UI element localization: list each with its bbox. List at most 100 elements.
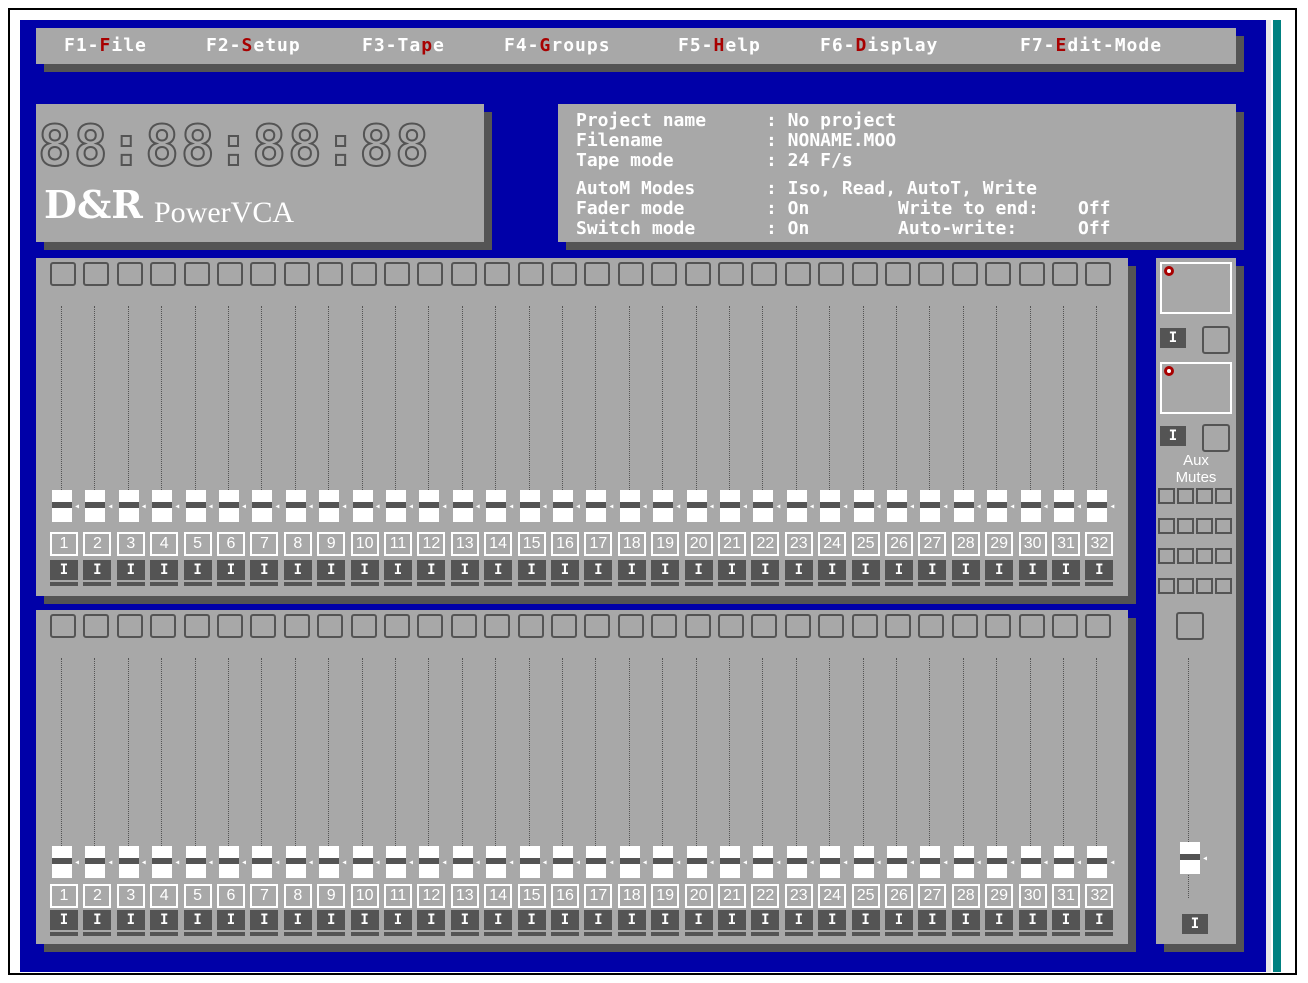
fader-knob[interactable]: ◂ <box>553 490 581 524</box>
channel-select-button[interactable] <box>1085 262 1112 286</box>
fader-knob[interactable]: ◂ <box>987 846 1015 880</box>
channel-i-button[interactable]: I <box>417 910 446 930</box>
channel-i-button[interactable]: I <box>1085 910 1114 930</box>
fader-knob[interactable]: ◂ <box>720 846 748 880</box>
channel-i-button[interactable]: I <box>1018 910 1047 930</box>
channel-number-button[interactable]: 10 <box>350 532 379 556</box>
channel-select-button[interactable] <box>918 262 945 286</box>
channel-select-button[interactable] <box>83 262 110 286</box>
fader-knob[interactable]: ◂ <box>452 846 481 880</box>
channel-number-button[interactable]: 3 <box>116 884 145 908</box>
fader-knob[interactable]: ◂ <box>419 846 447 880</box>
channel-select-button[interactable] <box>818 262 845 286</box>
channel-i-button[interactable]: I <box>116 560 145 580</box>
aux-mute-button[interactable] <box>1177 488 1194 504</box>
channel-i-button[interactable]: I <box>384 910 412 930</box>
channel-select-button[interactable] <box>150 614 177 638</box>
channel-select-button[interactable] <box>283 614 310 638</box>
channel-select-button[interactable] <box>217 262 243 286</box>
channel-select-button[interactable] <box>350 614 377 638</box>
channel-select-button[interactable] <box>751 614 778 638</box>
channel-i-button[interactable]: I <box>517 910 546 930</box>
auto-write-value[interactable]: Off <box>1078 218 1111 239</box>
channel-i-button[interactable]: I <box>918 910 947 930</box>
channel-number-button[interactable]: 2 <box>83 532 112 556</box>
channel-number-button[interactable]: 16 <box>551 884 579 908</box>
channel-number-button[interactable]: 6 <box>217 884 245 908</box>
channel-select-button[interactable] <box>484 614 511 638</box>
channel-number-button[interactable]: 30 <box>1018 884 1047 908</box>
channel-i-button[interactable]: I <box>885 560 913 580</box>
channel-i-button[interactable]: I <box>517 560 546 580</box>
fader-knob[interactable]: ◂ <box>953 846 982 880</box>
channel-select-button[interactable] <box>384 614 410 638</box>
channel-i-button[interactable]: I <box>617 910 646 930</box>
aux-mute-button[interactable] <box>1158 548 1175 564</box>
channel-number-button[interactable]: 26 <box>885 884 913 908</box>
channel-number-button[interactable]: 30 <box>1018 532 1047 556</box>
channel-select-button[interactable] <box>784 262 811 286</box>
fader-knob[interactable]: ◂ <box>619 490 648 524</box>
channel-number-button[interactable]: 28 <box>951 884 980 908</box>
fader-knob[interactable]: ◂ <box>85 846 113 880</box>
fader-knob[interactable]: ◂ <box>185 490 214 524</box>
channel-number-button[interactable]: 18 <box>617 884 646 908</box>
channel-select-button[interactable] <box>885 614 911 638</box>
channel-i-button[interactable]: I <box>985 560 1014 580</box>
channel-i-button[interactable]: I <box>751 560 780 580</box>
aux-mute-button[interactable] <box>1196 548 1213 564</box>
channel-select-button[interactable] <box>384 262 410 286</box>
channel-i-button[interactable]: I <box>417 560 446 580</box>
channel-i-button[interactable]: I <box>350 560 379 580</box>
channel-select-button[interactable] <box>684 614 711 638</box>
channel-select-button[interactable] <box>50 262 76 286</box>
channel-i-button[interactable]: I <box>150 910 179 930</box>
aux-mute-button[interactable] <box>1177 518 1194 534</box>
channel-select-button[interactable] <box>918 614 945 638</box>
fader-knob[interactable]: ◂ <box>653 490 681 524</box>
fader-knob[interactable]: ◂ <box>285 846 314 880</box>
fader-knob[interactable]: ◂ <box>285 490 314 524</box>
fader-knob[interactable]: ◂ <box>586 490 614 524</box>
menu-help[interactable]: F5-Help <box>678 35 761 56</box>
channel-number-button[interactable]: 8 <box>283 884 312 908</box>
channel-i-button[interactable]: I <box>784 560 813 580</box>
channel-select-button[interactable] <box>651 262 678 286</box>
channel-i-button[interactable]: I <box>217 560 245 580</box>
channel-select-button[interactable] <box>116 262 143 286</box>
menu-file[interactable]: F1-File <box>64 35 147 56</box>
channel-select-button[interactable] <box>250 262 277 286</box>
channel-number-button[interactable]: 11 <box>384 532 412 556</box>
fader-knob[interactable]: ◂ <box>853 490 882 524</box>
channel-number-button[interactable]: 24 <box>818 884 847 908</box>
channel-select-button[interactable] <box>1018 262 1045 286</box>
channel-i-button[interactable]: I <box>584 560 613 580</box>
channel-number-button[interactable]: 19 <box>651 532 680 556</box>
fader-knob[interactable]: ◂ <box>553 846 581 880</box>
fader-knob[interactable]: ◂ <box>786 490 815 524</box>
fader-knob[interactable]: ◂ <box>586 846 614 880</box>
menu-setup[interactable]: F2-Setup <box>206 35 301 56</box>
channel-i-button[interactable]: I <box>951 910 980 930</box>
aux-mute-button[interactable] <box>1177 548 1194 564</box>
channel-i-button[interactable]: I <box>250 910 279 930</box>
channel-number-button[interactable]: 14 <box>484 532 513 556</box>
channel-number-button[interactable]: 18 <box>617 532 646 556</box>
fader-knob[interactable]: ◂ <box>920 490 948 524</box>
channel-i-button[interactable]: I <box>317 910 346 930</box>
channel-select-button[interactable] <box>551 614 577 638</box>
channel-select-button[interactable] <box>350 262 377 286</box>
channel-i-button[interactable]: I <box>918 560 947 580</box>
aux-box-2[interactable] <box>1160 362 1232 414</box>
channel-number-button[interactable]: 1 <box>50 532 78 556</box>
channel-number-button[interactable]: 25 <box>851 884 880 908</box>
channel-select-button[interactable] <box>718 614 744 638</box>
channel-select-button[interactable] <box>283 262 310 286</box>
fader-knob[interactable]: ◂ <box>486 846 514 880</box>
fader-knob[interactable]: ◂ <box>452 490 481 524</box>
channel-number-button[interactable]: 31 <box>1052 532 1080 556</box>
channel-i-button[interactable]: I <box>1052 910 1080 930</box>
fader-knob[interactable]: ◂ <box>1087 846 1115 880</box>
channel-select-button[interactable] <box>1018 614 1045 638</box>
channel-i-button[interactable]: I <box>651 560 680 580</box>
